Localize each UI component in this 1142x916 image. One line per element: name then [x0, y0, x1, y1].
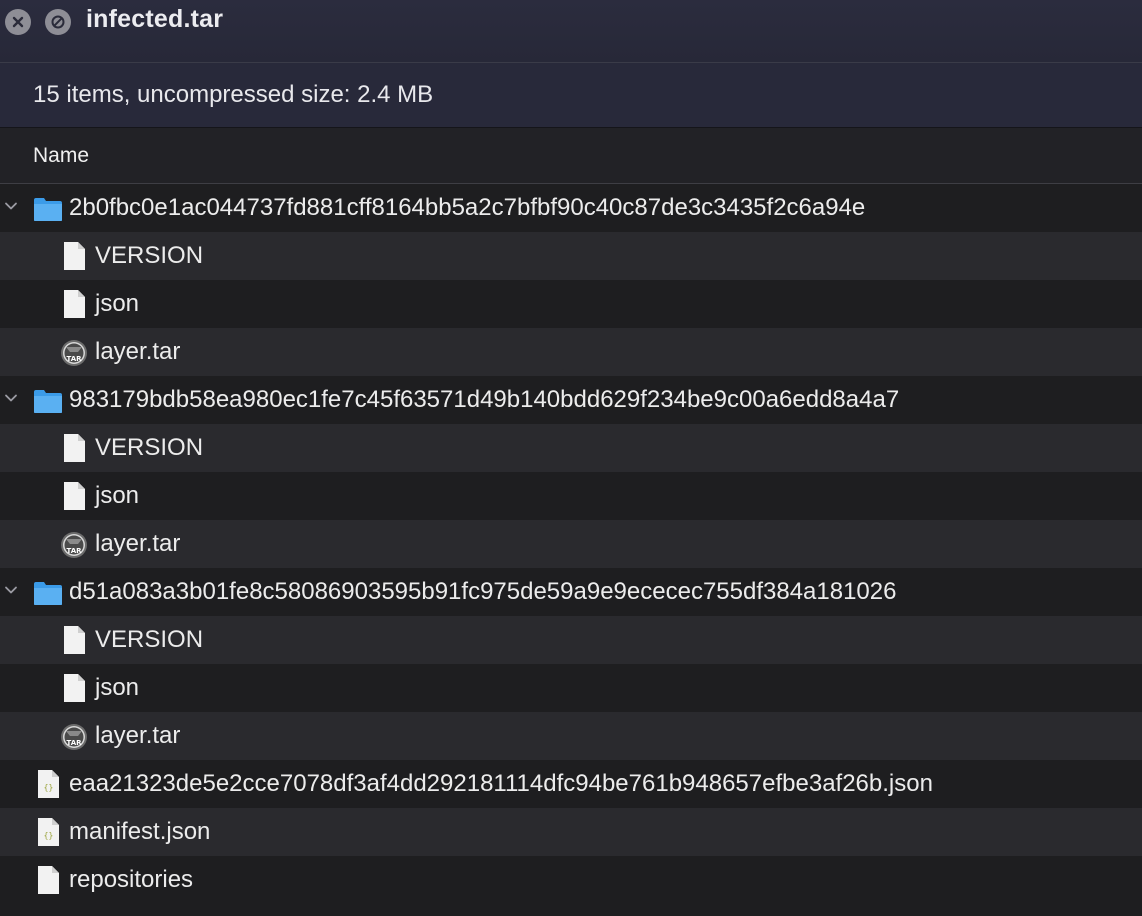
file-row[interactable]: TAR layer.tar	[0, 328, 1142, 376]
chevron-down-icon[interactable]	[3, 582, 19, 598]
block-icon	[51, 15, 65, 29]
svg-text:TAR: TAR	[66, 739, 82, 747]
folder-row[interactable]: 983179bdb58ea980ec1fe7c45f63571d49b140bd…	[0, 376, 1142, 424]
archive-icon: TAR	[61, 340, 87, 366]
row-label: VERSION	[95, 626, 204, 653]
row-label: layer.tar	[95, 338, 181, 365]
column-header-label: Name	[33, 143, 90, 167]
row-label: manifest.json	[69, 818, 211, 845]
row-label: d51a083a3b01fe8c58086903595b91fc975de59a…	[69, 578, 897, 605]
file-row[interactable]: {} manifest.json	[0, 808, 1142, 856]
document-icon	[64, 242, 85, 270]
row-label: repositories	[69, 866, 194, 893]
file-row[interactable]: repositories	[0, 856, 1142, 904]
json-file-icon: {}	[38, 770, 59, 798]
archive-icon: TAR	[61, 532, 87, 558]
row-label: layer.tar	[95, 722, 181, 749]
row-label: VERSION	[95, 434, 204, 461]
row-label: json	[95, 482, 140, 509]
folder-icon	[34, 582, 62, 605]
close-icon	[12, 16, 24, 28]
archive-summary: 15 items, uncompressed size: 2.4 MB	[0, 63, 1142, 128]
folder-row[interactable]: d51a083a3b01fe8c58086903595b91fc975de59a…	[0, 568, 1142, 616]
file-row[interactable]: json	[0, 664, 1142, 712]
document-icon	[64, 674, 85, 702]
folder-row[interactable]: 2b0fbc0e1ac044737fd881cff8164bb5a2c7bfbf…	[0, 184, 1142, 232]
window-title: infected.tar	[86, 5, 224, 33]
svg-text:TAR: TAR	[66, 355, 82, 363]
disabled-button[interactable]	[45, 9, 71, 35]
summary-text: 15 items, uncompressed size: 2.4 MB	[33, 81, 434, 108]
file-row[interactable]: json	[0, 472, 1142, 520]
archive-icon: TAR	[61, 724, 87, 750]
file-row[interactable]: {} eaa21323de5e2cce7078df3af4dd292181114d…	[0, 760, 1142, 808]
close-button[interactable]	[5, 9, 31, 35]
column-header-name[interactable]: Name	[0, 128, 1142, 184]
title-bar: infected.tar	[0, 0, 1142, 63]
file-row[interactable]: VERSION	[0, 616, 1142, 664]
svg-text:TAR: TAR	[66, 547, 82, 555]
folder-icon	[34, 198, 62, 221]
file-list: 2b0fbc0e1ac044737fd881cff8164bb5a2c7bfbf…	[0, 184, 1142, 904]
row-label: json	[95, 674, 140, 701]
document-icon	[64, 290, 85, 318]
document-icon	[64, 434, 85, 462]
chevron-down-icon[interactable]	[3, 390, 19, 406]
document-icon	[64, 482, 85, 510]
json-file-icon: {}	[38, 818, 59, 846]
svg-text:{}: {}	[44, 831, 54, 840]
document-icon	[64, 626, 85, 654]
svg-text:{}: {}	[44, 783, 54, 792]
row-label: eaa21323de5e2cce7078df3af4dd292181114dfc…	[69, 770, 933, 797]
file-row[interactable]: TAR layer.tar	[0, 712, 1142, 760]
row-label: 983179bdb58ea980ec1fe7c45f63571d49b140bd…	[69, 386, 900, 413]
row-label: json	[95, 290, 140, 317]
row-label: layer.tar	[95, 530, 181, 557]
file-row[interactable]: VERSION	[0, 424, 1142, 472]
row-label: 2b0fbc0e1ac044737fd881cff8164bb5a2c7bfbf…	[69, 194, 866, 221]
file-row[interactable]: TAR layer.tar	[0, 520, 1142, 568]
file-row[interactable]: VERSION	[0, 232, 1142, 280]
chevron-down-icon[interactable]	[3, 198, 19, 214]
folder-icon	[34, 390, 62, 413]
row-label: VERSION	[95, 242, 204, 269]
file-row[interactable]: json	[0, 280, 1142, 328]
document-icon	[38, 866, 59, 894]
